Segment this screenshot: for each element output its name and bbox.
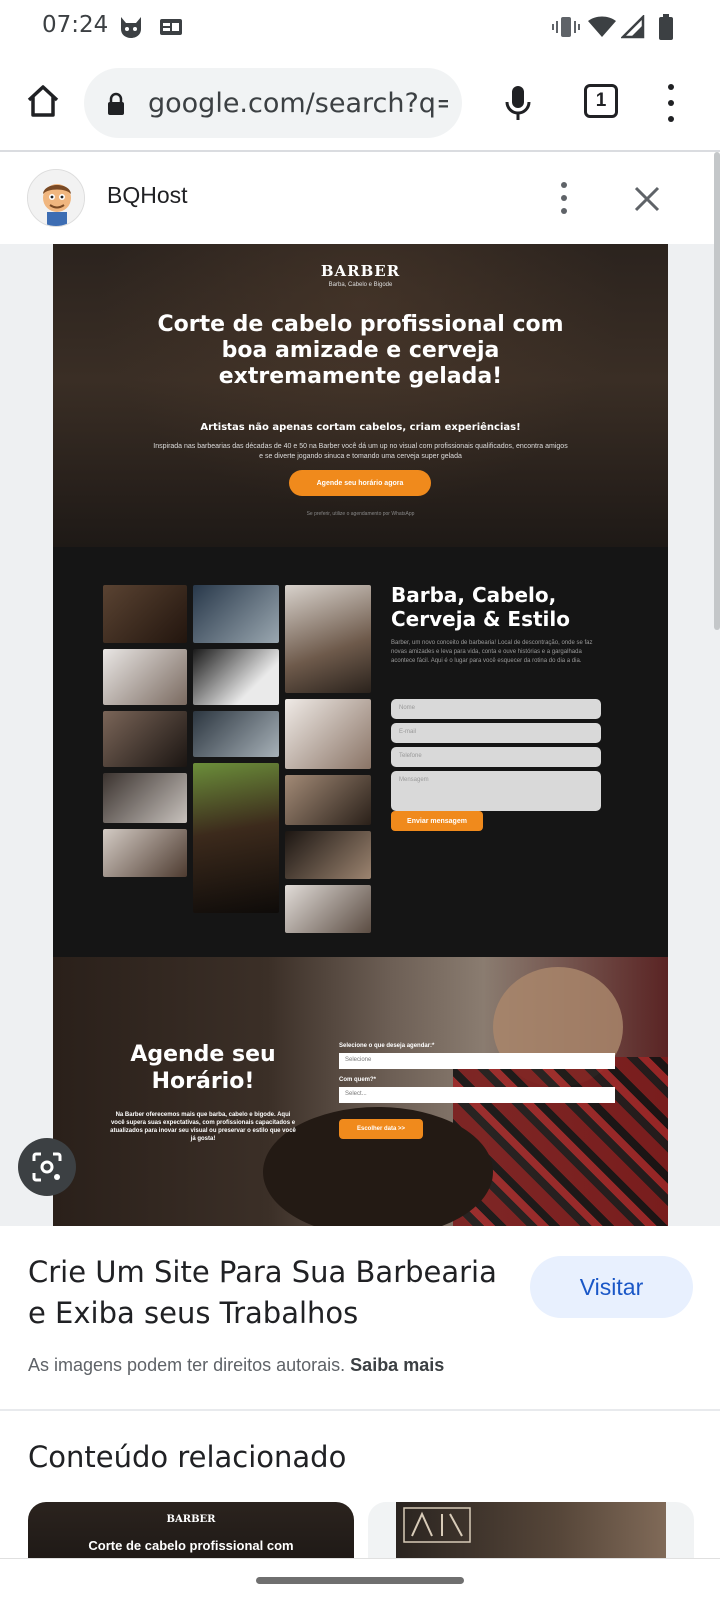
contact-field-email: E-mail: [391, 723, 601, 743]
gallery-photo: [285, 585, 371, 693]
contact-submit-button: Enviar mensagem: [391, 811, 483, 831]
home-icon[interactable]: [20, 78, 66, 124]
tabs-icon[interactable]: 1: [584, 84, 618, 118]
related-thumbnail-image: [396, 1502, 666, 1562]
url-text: google.com/search?q=w: [148, 88, 448, 119]
address-bar[interactable]: google.com/search?q=w: [84, 68, 462, 138]
id-card-icon: [158, 14, 184, 40]
battery-icon: [656, 14, 676, 40]
scrollbar[interactable]: [714, 152, 720, 630]
copyright-notice: As imagens podem ter direitos autorais. …: [28, 1355, 444, 1376]
close-icon[interactable]: [630, 182, 664, 216]
status-time: 07:24: [42, 12, 109, 38]
barber-shirt: [453, 1057, 668, 1226]
gallery-photo: [193, 585, 279, 643]
contact-field-message: Mensagem: [391, 771, 601, 811]
gallery-photo: [193, 711, 279, 757]
contact-title: Barba, Cabelo, Cerveja & Estilo: [391, 583, 571, 631]
related-heading: Conteúdo relacionado: [28, 1440, 347, 1474]
hero-cta-button: Agende seu horário agora: [289, 470, 431, 496]
contact-field-phone: Telefone: [391, 747, 601, 767]
visit-button[interactable]: Visitar: [530, 1256, 693, 1318]
gallery-photo: [103, 649, 187, 705]
visit-button-label: Visitar: [579, 1273, 644, 1300]
gallery-photo: [285, 831, 371, 879]
gallery-photo: [193, 649, 279, 705]
vibrate-icon: [552, 14, 580, 40]
related-thumbnail[interactable]: [368, 1502, 694, 1562]
schedule-section: Agende seu Horário! Na Barber oferecemos…: [53, 957, 668, 1226]
gallery-photo: [193, 763, 279, 913]
schedule-title: Agende seu Horário!: [130, 1042, 276, 1094]
gallery-contact-section: Barba, Cabelo, Cerveja & Estilo Barber, …: [53, 547, 668, 957]
gallery-photo: [103, 829, 187, 877]
lock-icon: [106, 92, 126, 121]
status-bar: 07:24: [0, 0, 720, 56]
signal-icon: [620, 14, 646, 40]
gallery-photo: [103, 585, 187, 643]
schedule-who-label: Com quem?*: [339, 1077, 377, 1083]
contact-submit-label: Enviar mensagem: [407, 817, 467, 825]
schedule-service-select: Selecione: [339, 1053, 615, 1069]
gallery-photo: [285, 775, 371, 825]
hero-note: Se preferir, utilize o agendamento por W…: [306, 511, 415, 517]
gallery-photo: [103, 773, 187, 823]
related-thumbnail-brand: BARBER: [166, 1514, 216, 1525]
tab-count: 1: [595, 90, 607, 111]
related-thumbnail-title: Corte de cabelo profissional com: [88, 1538, 294, 1553]
browser-toolbar: google.com/search?q=w 1: [0, 56, 720, 152]
site-name[interactable]: BQHost: [107, 182, 188, 209]
system-nav-bar: [0, 1558, 720, 1600]
schedule-date-button: Escolher data >>: [339, 1119, 423, 1139]
related-thumbnail[interactable]: BARBER Corte de cabelo profissional com: [28, 1502, 354, 1562]
hero-description: Inspirada nas barbearias das décadas de …: [153, 443, 568, 460]
schedule-who-select: Select...: [339, 1087, 615, 1103]
result-title[interactable]: Crie Um Site Para Sua Barbearia e Exiba …: [28, 1252, 508, 1334]
gallery-photo: [285, 699, 371, 769]
divider: [0, 1409, 720, 1411]
hero-section: BARBER Barba, Cabelo e Bigode Corte de c…: [53, 244, 668, 547]
hero-title: Corte de cabelo profissional com boa ami…: [157, 312, 564, 389]
lens-icon[interactable]: [18, 1138, 76, 1196]
brand-tagline: Barba, Cabelo e Bigode: [328, 282, 393, 288]
more-vert-icon[interactable]: [550, 178, 578, 218]
mic-icon[interactable]: [496, 78, 540, 128]
contact-field-name: Nome: [391, 699, 601, 719]
notification-cat-icon: [116, 14, 146, 40]
learn-more-link[interactable]: Saiba mais: [350, 1355, 444, 1375]
preview-image[interactable]: BARBER Barba, Cabelo e Bigode Corte de c…: [53, 244, 668, 1226]
schedule-description: Na Barber oferecemos mais que barba, cab…: [110, 1112, 296, 1142]
hero-subtitle: Artistas não apenas cortam cabelos, cria…: [200, 422, 521, 433]
image-viewer[interactable]: BARBER Barba, Cabelo e Bigode Corte de c…: [0, 244, 720, 1226]
more-vert-icon[interactable]: [656, 80, 686, 126]
gallery-photo: [285, 885, 371, 933]
contact-description: Barber, um novo conceito de barbearia! L…: [391, 640, 593, 664]
hero-cta-label: Agende seu horário agora: [316, 479, 404, 487]
wifi-icon: [588, 14, 616, 40]
home-gesture-handle[interactable]: [256, 1577, 464, 1584]
copyright-text: As imagens podem ter direitos autorais.: [28, 1355, 346, 1375]
schedule-date-label: Escolher data >>: [356, 1126, 406, 1132]
gallery-photo: [103, 711, 187, 767]
brand-logo: BARBER: [320, 262, 401, 280]
image-panel-header: BQHost: [0, 152, 720, 244]
site-avatar-icon[interactable]: [27, 169, 85, 227]
schedule-service-label: Selecione o que deseja agendar:*: [339, 1043, 435, 1049]
